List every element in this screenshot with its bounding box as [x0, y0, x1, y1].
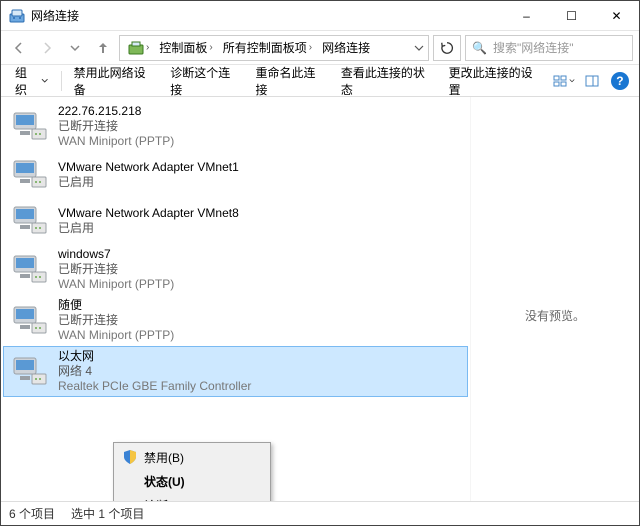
connection-name: 以太网 — [58, 349, 251, 364]
close-button[interactable]: ✕ — [594, 1, 639, 30]
chevron-right-icon: › — [146, 42, 149, 53]
titlebar: 网络连接 – ☐ ✕ — [1, 1, 639, 31]
diagnose-button[interactable]: 诊断这个连接 — [162, 60, 245, 102]
connection-device: WAN Miniport (PPTP) — [58, 134, 174, 149]
preview-pane: 没有预览。 — [471, 97, 639, 501]
connection-device: WAN Miniport (PPTP) — [58, 328, 174, 343]
network-adapter-icon — [10, 201, 50, 241]
connection-status: 已断开连接 — [58, 313, 174, 328]
network-adapter-icon — [10, 250, 50, 290]
context-menu: 禁用(B) 状态(U) 诊断(I) 桥接(G) 创建快捷方式(S) 删除(D) … — [113, 442, 271, 501]
breadcrumb-network-connections[interactable]: 网络连接 — [318, 37, 374, 58]
minimize-button[interactable]: – — [504, 1, 549, 30]
connection-status: 已启用 — [58, 221, 239, 236]
breadcrumb-root-icon[interactable]: › — [124, 38, 153, 58]
connection-item[interactable]: windows7 已断开连接 WAN Miniport (PPTP) — [3, 244, 468, 295]
network-adapter-icon — [10, 107, 50, 147]
connection-item[interactable]: VMware Network Adapter VMnet1 已启用 — [3, 152, 468, 198]
connection-status: 已断开连接 — [58, 119, 174, 134]
connection-name: VMware Network Adapter VMnet1 — [58, 160, 239, 175]
search-icon: 🔍 — [472, 41, 487, 55]
shield-icon — [122, 449, 138, 465]
connection-name: VMware Network Adapter VMnet8 — [58, 206, 239, 221]
help-icon: ? — [611, 72, 629, 90]
disable-device-button[interactable]: 禁用此网络设备 — [66, 60, 161, 102]
search-box[interactable]: 🔍 — [465, 35, 633, 61]
connection-list[interactable]: 222.76.215.218 已断开连接 WAN Miniport (PPTP)… — [1, 97, 471, 501]
network-adapter-icon — [10, 155, 50, 195]
refresh-button[interactable] — [433, 35, 461, 61]
help-button[interactable]: ? — [607, 69, 633, 93]
network-adapter-icon — [10, 352, 50, 392]
connection-item[interactable]: 随便 已断开连接 WAN Miniport (PPTP) — [3, 295, 468, 346]
connection-device: WAN Miniport (PPTP) — [58, 277, 174, 292]
connection-name: 222.76.215.218 — [58, 104, 174, 119]
connection-item-selected[interactable]: 以太网 网络 4 Realtek PCIe GBE Family Control… — [3, 346, 468, 397]
change-settings-button[interactable]: 更改此连接的设置 — [441, 60, 547, 102]
rename-button[interactable]: 重命名此连接 — [248, 60, 331, 102]
status-selected-count: 选中 1 个项目 — [71, 505, 144, 522]
preview-pane-button[interactable] — [579, 69, 605, 93]
connection-status: 网络 4 — [58, 364, 251, 379]
chevron-right-icon: › — [209, 42, 212, 53]
nav-forward-button[interactable] — [35, 36, 59, 60]
connection-device: Realtek PCIe GBE Family Controller — [58, 379, 251, 394]
breadcrumb[interactable]: › 控制面板 › 所有控制面板项 › 网络连接 — [119, 35, 429, 61]
command-bar: 组织 禁用此网络设备 诊断这个连接 重命名此连接 查看此连接的状态 更改此连接的… — [1, 65, 639, 97]
nav-recent-button[interactable] — [63, 36, 87, 60]
connection-name: 随便 — [58, 298, 174, 313]
preview-text: 没有预览。 — [481, 307, 629, 324]
organize-button[interactable]: 组织 — [7, 60, 57, 102]
view-options-button[interactable] — [550, 69, 576, 93]
search-input[interactable] — [491, 40, 626, 56]
status-bar: 6 个项目 选中 1 个项目 — [1, 501, 639, 525]
connection-status: 已断开连接 — [58, 262, 174, 277]
nav-back-button[interactable] — [7, 36, 31, 60]
window-root: 网络连接 – ☐ ✕ › 控制面板 › — [0, 0, 640, 526]
connection-status: 已启用 — [58, 175, 239, 190]
chevron-down-icon — [41, 77, 48, 85]
chevron-right-icon: › — [309, 42, 312, 53]
connection-item[interactable]: 222.76.215.218 已断开连接 WAN Miniport (PPTP) — [3, 101, 468, 152]
maximize-button[interactable]: ☐ — [549, 1, 594, 30]
window-title: 网络连接 — [31, 7, 79, 24]
ctx-status[interactable]: 状态(U) — [116, 469, 268, 493]
breadcrumb-all-items[interactable]: 所有控制面板项 › — [219, 37, 316, 58]
ctx-disable[interactable]: 禁用(B) — [116, 445, 268, 469]
connection-item[interactable]: VMware Network Adapter VMnet8 已启用 — [3, 198, 468, 244]
ctx-diagnose[interactable]: 诊断(I) — [116, 493, 268, 501]
connection-name: windows7 — [58, 247, 174, 262]
view-status-button[interactable]: 查看此连接的状态 — [333, 60, 439, 102]
app-icon — [9, 8, 25, 24]
status-item-count: 6 个项目 — [9, 505, 55, 522]
chevron-down-icon — [569, 78, 575, 84]
nav-up-button[interactable] — [91, 36, 115, 60]
network-adapter-icon — [10, 301, 50, 341]
address-dropdown-button[interactable] — [414, 43, 424, 53]
content-area: 222.76.215.218 已断开连接 WAN Miniport (PPTP)… — [1, 97, 639, 501]
breadcrumb-control-panel[interactable]: 控制面板 › — [155, 37, 216, 58]
